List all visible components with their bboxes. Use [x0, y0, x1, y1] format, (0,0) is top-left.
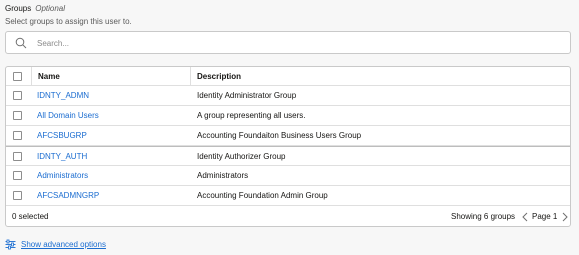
- column-header-description[interactable]: Description: [197, 72, 241, 81]
- row-checkbox[interactable]: [13, 191, 22, 200]
- table-row[interactable]: All Domain Users A group representing al…: [6, 106, 570, 126]
- show-advanced-options-link[interactable]: Show advanced options: [21, 240, 106, 249]
- row-checkbox[interactable]: [13, 111, 22, 120]
- row-checkbox[interactable]: [13, 91, 22, 100]
- search-input[interactable]: [37, 36, 537, 50]
- sliders-icon: [5, 239, 16, 250]
- chevron-right-icon[interactable]: [561, 212, 569, 222]
- search-box: [5, 31, 571, 54]
- optional-label: Optional: [35, 4, 66, 13]
- group-description: Accounting Foundaiton Business Users Gro…: [197, 131, 362, 140]
- groups-header: Groups Optional: [5, 4, 65, 13]
- table-row[interactable]: AFCSADMNGRP Accounting Foundation Admin …: [6, 186, 570, 206]
- groups-subtext: Select groups to assign this user to.: [5, 17, 132, 26]
- table-header-row: Name Description: [6, 67, 570, 86]
- group-name-link[interactable]: Administrators: [37, 171, 88, 180]
- table-row[interactable]: AFCSBUGRP Accounting Foundaiton Business…: [6, 126, 570, 146]
- table-row[interactable]: IDNTY_ADMN Identity Administrator Group: [6, 86, 570, 106]
- chevron-left-icon[interactable]: [521, 212, 529, 222]
- group-name-link[interactable]: AFCSBUGRP: [37, 131, 87, 140]
- search-icon: [15, 37, 27, 49]
- select-all-checkbox[interactable]: [13, 72, 22, 81]
- group-description: Identity Authorizer Group: [197, 152, 286, 161]
- groups-table: Name Description IDNTY_ADMN Identity Adm…: [5, 66, 571, 227]
- group-description: Accounting Foundation Admin Group: [197, 191, 328, 200]
- group-name-link[interactable]: IDNTY_ADMN: [37, 91, 89, 100]
- table-row[interactable]: IDNTY_AUTH Identity Authorizer Group: [6, 146, 570, 166]
- group-description: Administrators: [197, 171, 249, 180]
- row-checkbox[interactable]: [13, 152, 22, 161]
- groups-title: Groups: [5, 4, 32, 13]
- table-row[interactable]: Administrators Administrators: [6, 166, 570, 186]
- group-description: A group representing all users.: [197, 111, 306, 120]
- page-indicator: Page 1: [532, 212, 558, 221]
- group-name-link[interactable]: All Domain Users: [37, 111, 99, 120]
- row-checkbox[interactable]: [13, 131, 22, 140]
- group-name-link[interactable]: AFCSADMNGRP: [37, 191, 99, 200]
- group-description: Identity Administrator Group: [197, 91, 297, 100]
- group-name-link[interactable]: IDNTY_AUTH: [37, 152, 87, 161]
- column-header-name[interactable]: Name: [38, 72, 60, 81]
- showing-count: Showing 6 groups: [451, 212, 516, 221]
- table-footer: 0 selected Showing 6 groups Page 1: [6, 207, 570, 227]
- selected-count: 0 selected: [12, 212, 49, 221]
- row-checkbox[interactable]: [13, 171, 22, 180]
